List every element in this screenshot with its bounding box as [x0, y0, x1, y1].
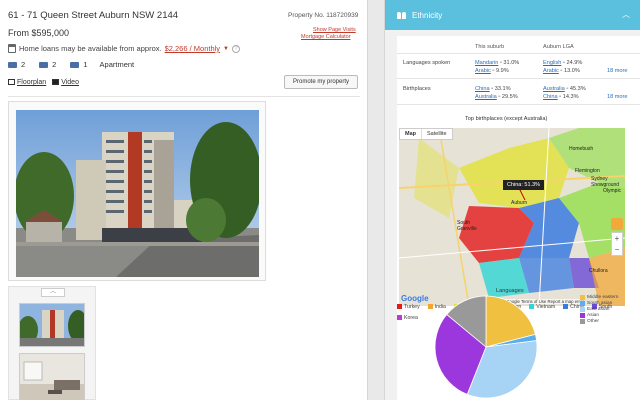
map-label-south-granville: South Granville — [457, 220, 477, 232]
map-tab[interactable]: Map — [400, 129, 421, 139]
languages-more-link[interactable]: 18 more — [607, 68, 628, 74]
bath-icon — [39, 61, 49, 68]
birthplaces-label: Birthplaces — [403, 86, 431, 92]
map-label-chullora: Chullora — [589, 268, 608, 274]
languages-label: Languages spoken — [403, 60, 451, 66]
loan-amount-link[interactable]: $2,266 / Monthly — [165, 44, 220, 53]
listing-price: From $595,000 — [8, 28, 70, 38]
legend-swatch — [427, 304, 433, 310]
birth-lga-1: Australia ▫ 45.3% — [543, 86, 586, 92]
map-label-homebush: Homebush — [569, 146, 594, 152]
zoom-in-button[interactable]: + — [612, 233, 622, 244]
car-icon — [70, 61, 80, 68]
pie-legend-swatch — [580, 300, 585, 306]
col-this-suburb: This suburb — [475, 44, 505, 50]
thumbnail-strip: ︿ — [8, 286, 96, 400]
pie-legend-item: Other — [580, 318, 618, 324]
carspaces-count: 1 — [83, 60, 88, 69]
map-tooltip: China: 51.3% — [503, 180, 545, 190]
promote-property-button[interactable]: Promote my property — [284, 75, 358, 89]
legend-item: Korea — [397, 315, 418, 321]
col-auburn-lga: Auburn LGA — [543, 44, 574, 50]
zoom-control: + − — [611, 232, 623, 256]
panel-divider[interactable] — [367, 0, 385, 400]
pie-legend-swatch — [580, 318, 585, 324]
birthplaces-map[interactable]: Map Satellite China: 51.3% South Granvil… — [399, 128, 625, 306]
divider — [8, 96, 360, 97]
listing-panel: 61 - 71 Queen Street Auburn NSW 2144 Pro… — [0, 0, 367, 400]
map-label-auburn: Auburn — [511, 200, 528, 206]
ethnicity-panel: Ethnicity ︿ This suburb Auburn LGA Langu… — [385, 0, 640, 400]
legend-swatch — [397, 315, 402, 321]
birth-suburb-1: China ▫ 33.1% — [475, 86, 511, 92]
map-type-control: Map Satellite — [399, 128, 453, 140]
birthplaces-more-link[interactable]: 18 more — [607, 94, 628, 100]
listing-title: 61 - 71 Queen Street Auburn NSW 2144 — [8, 10, 179, 21]
birth-lga-2: China ▫ 14.3% — [543, 94, 579, 100]
row-divider — [397, 53, 640, 54]
ethnicity-header[interactable]: Ethnicity ︿ — [385, 0, 640, 30]
row-divider — [397, 78, 640, 79]
ethnicity-content: This suburb Auburn LGA Languages spoken … — [397, 36, 640, 400]
video-icon — [52, 79, 60, 86]
legend-swatch — [563, 304, 569, 310]
row-divider — [397, 104, 640, 105]
lang-lga-2: Arabic ▫ 13.0% — [543, 68, 580, 74]
media-links: Floorplan Video — [8, 79, 79, 86]
loan-info: Home loans may be available from approx.… — [8, 44, 240, 53]
main-photo-frame — [8, 101, 266, 281]
mortgage-calculator-link[interactable]: Mortgage Calculator — [301, 34, 351, 40]
floorplan-link[interactable]: Floorplan — [8, 79, 46, 86]
legend-swatch — [397, 304, 402, 310]
loan-text: Home loans may be available from approx. — [19, 44, 162, 53]
map-label-flemington: Flemington — [575, 168, 600, 174]
satellite-tab[interactable]: Satellite — [421, 129, 452, 139]
calculator-icon — [8, 44, 16, 53]
zoom-out-button[interactable]: − — [612, 244, 622, 255]
lang-lga-1: English ▫ 24.9% — [543, 60, 583, 66]
chevron-up-icon[interactable]: ︿ — [622, 9, 630, 20]
help-icon[interactable]: ? — [231, 44, 240, 53]
google-logo: Google — [401, 294, 429, 303]
birth-suburb-2: Australia ▫ 29.5% — [475, 94, 518, 100]
video-link[interactable]: Video — [52, 79, 79, 86]
thumbnail-2[interactable] — [19, 353, 85, 400]
people-icon — [397, 11, 406, 19]
property-number: Property No. 118720939 — [288, 12, 359, 19]
property-type: Apartment — [99, 60, 135, 69]
languages-pie-chart — [434, 295, 538, 399]
map-label-showground: Sydney Showground — [591, 176, 620, 188]
thumbnail-1[interactable] — [19, 303, 85, 347]
pie-legend-swatch — [580, 294, 585, 300]
pie-legend-swatch — [580, 306, 585, 312]
legend-item: Turkey — [397, 304, 420, 310]
map-title: Top birthplaces (except Australia) — [465, 116, 548, 122]
bathrooms-count: 2 — [52, 60, 57, 69]
pie-legend: Middle eastern South asian East asian Asian… — [580, 294, 618, 324]
chevron-down-icon[interactable]: ▼ — [223, 46, 229, 52]
floorplan-icon — [8, 79, 15, 86]
property-features: 2 2 1 Apartment — [8, 60, 134, 69]
bedrooms-count: 2 — [21, 60, 26, 69]
scroll-up-button[interactable]: ︿ — [41, 288, 65, 297]
pie-legend-swatch — [580, 312, 585, 318]
pegman-icon[interactable] — [611, 218, 623, 230]
lang-suburb-1: Mandarin ▫ 31.0% — [475, 60, 520, 66]
ethnicity-heading: Ethnicity — [412, 10, 443, 20]
bed-icon — [8, 61, 17, 68]
property-photo[interactable] — [16, 110, 259, 277]
lang-suburb-2: Arabic ▫ 9.9% — [475, 68, 509, 74]
show-page-visits-link[interactable]: Show Page Visits — [313, 27, 356, 33]
map-label-olympic: Olympic — [603, 188, 622, 194]
